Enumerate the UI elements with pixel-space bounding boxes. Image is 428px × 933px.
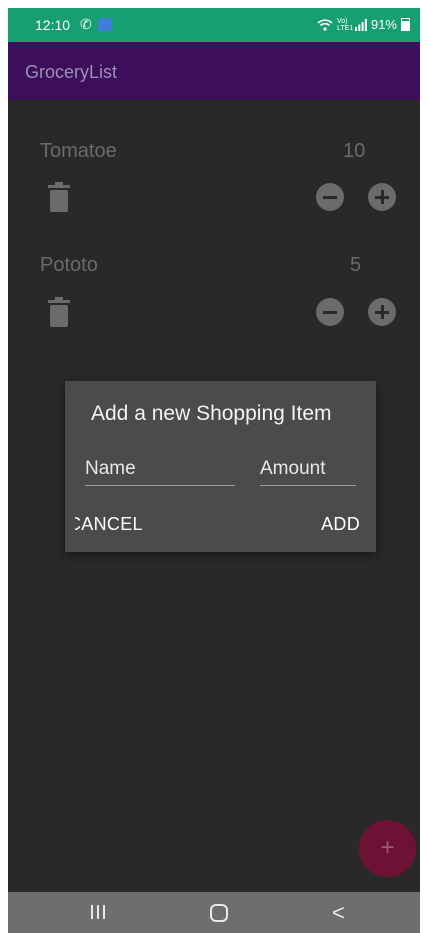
trash-icon[interactable] <box>48 182 70 212</box>
plus-icon: + <box>380 834 395 861</box>
app-bar: GroceryList <box>8 42 420 100</box>
item-name: Tomatoe <box>40 140 117 162</box>
signal-icon <box>354 18 367 31</box>
trash-icon[interactable] <box>48 297 70 327</box>
home-icon[interactable] <box>210 904 228 922</box>
status-time: 12:10 <box>35 17 71 33</box>
navigation-bar: < <box>8 892 420 933</box>
battery-icon <box>401 18 410 31</box>
amount-input[interactable]: Amount <box>260 458 356 486</box>
app-title: GroceryList <box>25 62 118 82</box>
cancel-label: CANCEL <box>75 514 143 534</box>
dialog-title: Add a new Shopping Item <box>91 402 332 425</box>
decrease-icon[interactable] <box>316 298 344 326</box>
add-item-dialog: Add a new Shopping Item Name Amount CANC… <box>65 381 376 552</box>
increase-icon[interactable] <box>368 298 396 326</box>
add-item-fab[interactable]: + <box>359 820 416 877</box>
volte-label: Vo) LTE1 <box>336 17 354 32</box>
item-quantity: 5 <box>350 254 362 276</box>
status-right: Vo) LTE1 91% <box>317 17 410 32</box>
item-name: Pototo <box>40 254 98 276</box>
phone-screen: 12:10 ✆ Vo) LTE1 91% GroceryList Tomatoe… <box>8 8 420 933</box>
increase-icon[interactable] <box>368 183 396 211</box>
name-input[interactable]: Name <box>85 458 235 486</box>
cancel-button[interactable]: CANCEL <box>75 514 165 535</box>
wifi-icon <box>317 18 333 31</box>
app-notification-icon <box>98 18 112 31</box>
status-bar: 12:10 ✆ Vo) LTE1 91% <box>8 8 420 42</box>
add-button[interactable]: ADD <box>321 514 360 535</box>
item-quantity: 10 <box>343 140 366 162</box>
back-icon[interactable]: < <box>332 900 345 926</box>
battery-percent: 91% <box>370 17 397 32</box>
recent-apps-icon[interactable] <box>91 905 105 919</box>
phone-icon: ✆ <box>80 16 92 32</box>
decrease-icon[interactable] <box>316 183 344 211</box>
